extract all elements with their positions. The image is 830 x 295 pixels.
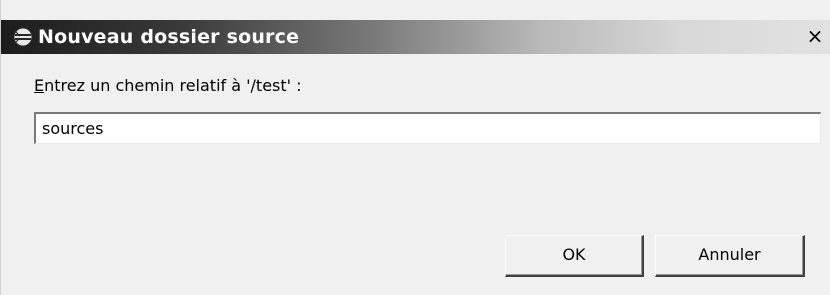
- relative-path-input[interactable]: [34, 112, 821, 144]
- new-source-folder-dialog: Nouveau dossier source × Entrez un chemi…: [0, 0, 830, 295]
- title-bar[interactable]: Nouveau dossier source ×: [1, 20, 830, 54]
- cancel-button[interactable]: Annuler: [655, 235, 805, 277]
- eclipse-folder-icon: [13, 27, 33, 47]
- prompt-mnemonic: E: [34, 76, 45, 95]
- path-prompt-label: Entrez un chemin relatif à '/test' :: [34, 76, 302, 95]
- close-button[interactable]: ×: [803, 25, 827, 47]
- ok-button[interactable]: OK: [505, 235, 644, 277]
- prompt-text: ntrez un chemin relatif à '/test' :: [44, 76, 302, 95]
- dialog-title: Nouveau dossier source: [38, 26, 300, 48]
